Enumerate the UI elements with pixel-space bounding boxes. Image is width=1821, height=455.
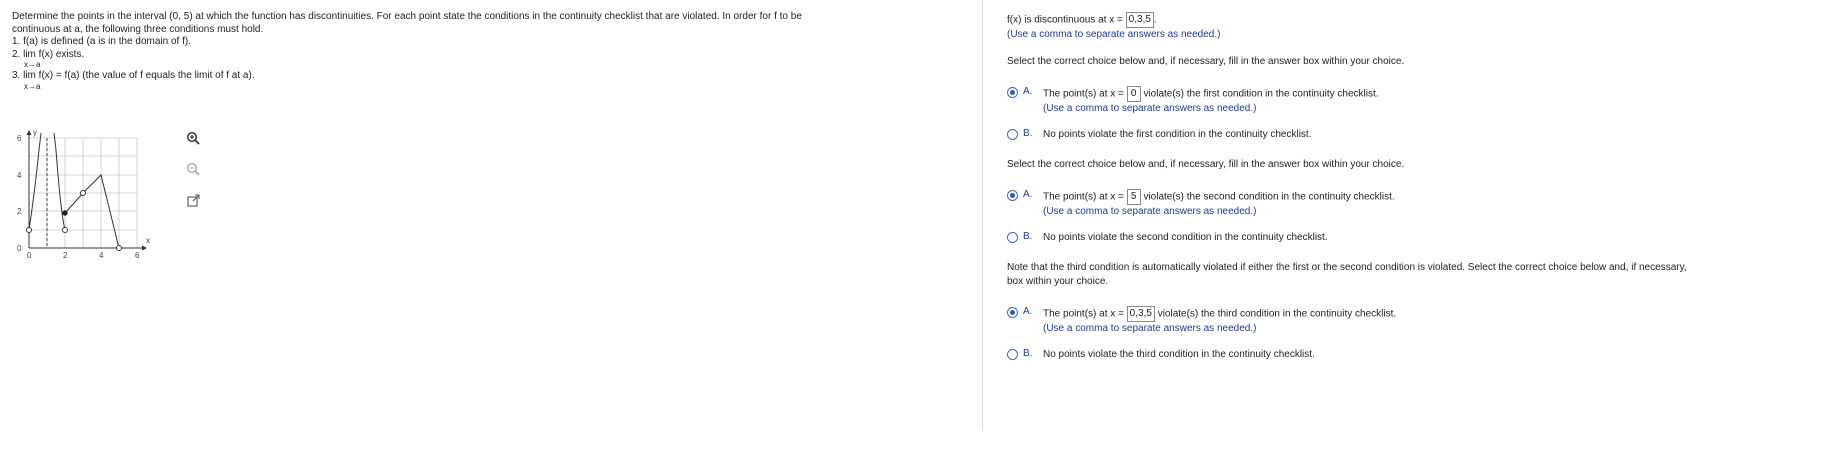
y-tick-label: 2	[17, 207, 22, 216]
x-axis-arrow	[142, 245, 147, 251]
radio-unselected[interactable]	[1007, 232, 1018, 243]
closed-point	[62, 210, 68, 216]
open-point	[62, 227, 68, 233]
zoom-in-button[interactable]	[182, 127, 204, 149]
zoom-out-icon	[187, 163, 200, 176]
q1-choice-b[interactable]: B. No points violate the first condition…	[1007, 128, 1817, 142]
choice-b-text: No points violate the first condition in…	[1043, 129, 1312, 140]
comma-note: (Use a comma to separate answers as need…	[1043, 103, 1257, 114]
select-prompt-1: Select the correct choice below and, if …	[1007, 56, 1405, 67]
question-intro-line1: Determine the points in the interval (0,…	[12, 11, 802, 22]
choice-a-suffix: violate(s) the third condition in the co…	[1157, 308, 1397, 320]
panel-divider	[982, 0, 983, 430]
choice-a-suffix: violate(s) the first condition in the co…	[1143, 88, 1379, 100]
open-point	[116, 245, 122, 251]
q1-choice-a[interactable]: A. The point(s) at x = 0 violate(s) the …	[1007, 86, 1817, 116]
q1-answer-box[interactable]: 0	[1126, 86, 1141, 102]
function-graph: y x 0 2 4 6 0 2 4 6	[12, 128, 177, 285]
radio-selected[interactable]	[1007, 87, 1018, 98]
y-tick-label: 4	[17, 171, 22, 180]
discontinuity-answer-line: f(x) is discontinuous at x = 0,3,5.	[1007, 12, 1817, 28]
condition-3-limit-subscript: x→a	[24, 81, 41, 91]
radio-selected[interactable]	[1007, 190, 1018, 201]
y-tick-label: 0	[17, 244, 22, 253]
graph-svg: y x 0 2 4 6 0 2 4 6	[17, 128, 150, 260]
curve-right-branch	[64, 174, 120, 249]
q3-answer-box[interactable]: 0,3,5	[1126, 306, 1155, 322]
discontinuity-prefix: f(x) is discontinuous at x =	[1007, 14, 1123, 26]
x-tick-label: 6	[135, 251, 140, 260]
choice-letter: A.	[1023, 86, 1033, 97]
third-condition-note-line1: Note that the third condition is automat…	[1007, 262, 1687, 273]
y-tick-label: 6	[17, 134, 22, 143]
radio-unselected[interactable]	[1007, 349, 1018, 360]
x-tick-label: 0	[27, 251, 32, 260]
condition-1: 1. f(a) is defined (a is in the domain o…	[12, 36, 191, 47]
comma-note: (Use a comma to separate answers as need…	[1007, 29, 1221, 40]
q2-choice-a[interactable]: A. The point(s) at x = 5 violate(s) the …	[1007, 189, 1817, 219]
zoom-in-icon	[186, 131, 200, 145]
radio-unselected[interactable]	[1007, 129, 1018, 140]
open-in-new-window-button[interactable]	[182, 189, 204, 211]
choice-b-text: No points violate the third condition in…	[1043, 349, 1315, 360]
y-axis-arrow	[26, 130, 32, 135]
y-axis-label: y	[33, 130, 37, 137]
q2-choice-b[interactable]: B. No points violate the second conditio…	[1007, 231, 1817, 245]
question-intro-line2: continuous at a, the following three con…	[12, 23, 264, 35]
discontinuity-answer-box[interactable]: 0,3,5	[1125, 12, 1154, 28]
open-point	[80, 190, 86, 196]
third-condition-note-line2: box within your choice.	[1007, 276, 1109, 287]
comma-note: (Use a comma to separate answers as need…	[1043, 206, 1257, 217]
external-link-icon	[186, 193, 200, 207]
choice-a-prefix: The point(s) at x =	[1043, 88, 1124, 100]
choice-a-prefix: The point(s) at x =	[1043, 191, 1124, 203]
choice-a-prefix: The point(s) at x =	[1043, 308, 1124, 320]
open-point	[26, 227, 32, 233]
curve-left-branch	[28, 132, 42, 231]
select-prompt-2: Select the correct choice below and, if …	[1007, 159, 1405, 170]
q3-choice-b[interactable]: B. No points violate the third condition…	[1007, 348, 1817, 362]
choice-letter: A.	[1023, 306, 1033, 317]
x-tick-label: 4	[99, 251, 104, 260]
choice-letter: B.	[1023, 348, 1033, 359]
question-panel: Determine the points in the interval (0,…	[12, 11, 962, 92]
graph-tools	[182, 127, 204, 220]
discontinuity-suffix: .	[1153, 14, 1157, 26]
condition-2-limit-subscript: x→a	[24, 60, 41, 69]
q3-choice-a[interactable]: A. The point(s) at x = 0,3,5 violate(s) …	[1007, 306, 1817, 336]
choice-a-suffix: violate(s) the second condition in the c…	[1143, 191, 1395, 203]
x-axis-label: x	[146, 236, 150, 245]
x-tick-label: 2	[63, 251, 68, 260]
zoom-out-button[interactable]	[182, 158, 204, 180]
answer-panel: f(x) is discontinuous at x = 0,3,5. (Use…	[1007, 12, 1817, 362]
q2-answer-box[interactable]: 5	[1126, 189, 1141, 205]
choice-letter: A.	[1023, 189, 1033, 200]
curve-middle-branch	[53, 132, 66, 231]
choice-letter: B.	[1023, 128, 1033, 139]
radio-selected[interactable]	[1007, 307, 1018, 318]
choice-b-text: No points violate the second condition i…	[1043, 232, 1328, 243]
comma-note: (Use a comma to separate answers as need…	[1043, 323, 1257, 334]
choice-letter: B.	[1023, 231, 1033, 242]
